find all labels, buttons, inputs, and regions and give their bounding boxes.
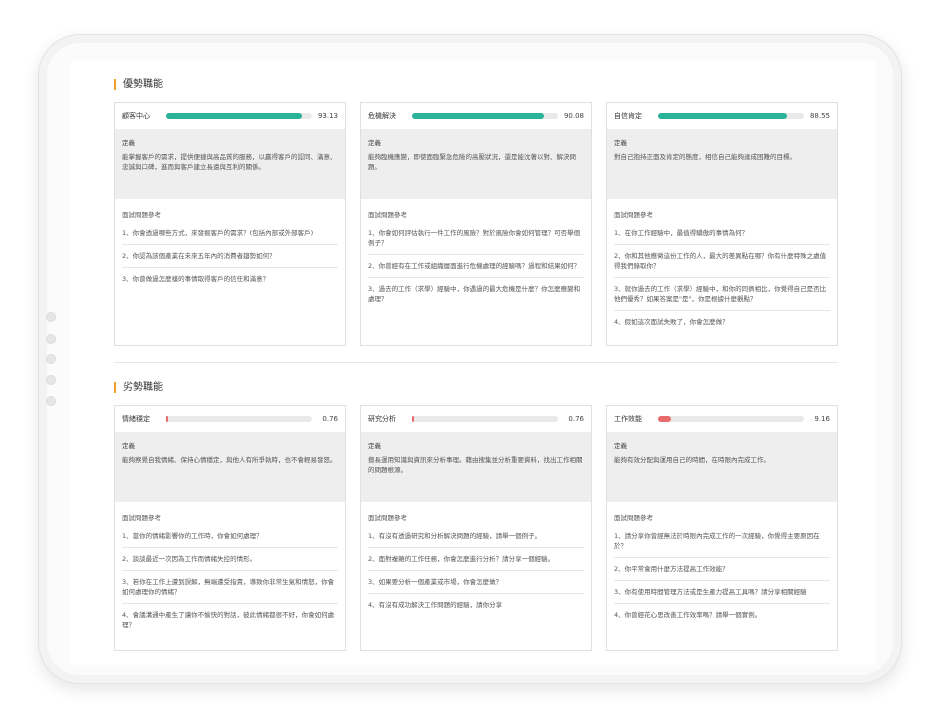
interview-questions: 面試問題參考 1、當你的情緒影響你的工作時，你會如何處理？ 2、談談最近一次因為工作…: [115, 502, 345, 636]
card-header: 研究分析 0.76: [361, 406, 591, 432]
interview-question: 3、就你過去的工作（求學）經驗中，和你的同儕相比，你覺得自己是否比他們優秀？如果…: [614, 284, 830, 311]
interview-question: 3、若你在工作上遭到誤解，無端遭受指責，導致你非常生氣和情怒，你會如何處理你的情…: [122, 577, 338, 604]
definition-text: 能掌握客戶的需求，提供便捷與高品質的服務，以贏得客戶的認同、滿意、忠誠與口碑，進…: [122, 153, 337, 171]
competency-name: 研究分析: [368, 415, 396, 423]
card-header: 工作效能 9.16: [607, 406, 837, 432]
definition-box: 定義能夠有效分配與運用自己的時間，在時限內完成工作。: [607, 432, 837, 502]
questions-title: 面試問題參考: [122, 514, 161, 522]
side-button: [46, 354, 56, 364]
competency-score: 88.55: [809, 112, 830, 120]
interview-question: 2、你平常會用什麼方法提高工作效能？: [614, 564, 830, 581]
score-bar-fill: [412, 113, 544, 119]
definition-text: 擅長運用知識與資訊來分析事理。藉由搜集並分析重要資料，找出工作相關的問題根源。: [368, 456, 583, 474]
side-button: [46, 396, 56, 406]
competency-name: 自信肯定: [614, 112, 642, 120]
competency-name: 情緒穩定: [122, 415, 150, 423]
side-button: [46, 334, 56, 344]
interview-question: 2、你曾經有在工作或組織層面進行危機處理的經驗嗎？過程和結果如何？: [368, 261, 584, 278]
side-button: [46, 312, 56, 322]
score-bar: [412, 113, 558, 119]
score-bar: [412, 416, 558, 422]
interview-question: 4、有沒有成功解決工作問題的經驗，請你分享: [368, 601, 503, 609]
section-divider: [114, 362, 838, 363]
score-bar: [658, 416, 804, 422]
definition-box: 定義擅長運用知識與資訊來分析事理。藉由搜集並分析重要資料，找出工作相關的問題根源…: [361, 432, 591, 502]
competency-card: 顧客中心 93.13 定義能掌握客戶的需求，提供便捷與高品質的服務，以贏得客戶的認同…: [114, 102, 346, 346]
competency-score: 90.08: [563, 112, 584, 120]
score-bar-fill: [166, 113, 302, 119]
interview-question: 3、如果要分析一個產業或市場，你會怎麼做？: [368, 577, 584, 594]
questions-title: 面試問題參考: [614, 211, 653, 219]
interview-question: 1、有沒有透過研究和分析解決問題的經驗，請舉一個例子。: [368, 531, 584, 548]
interview-questions: 面試問題參考 1、你會如何評估執行一件工作的風險？對於風險你會如何管理？可否舉個例…: [361, 199, 591, 310]
competency-card: 研究分析 0.76 定義擅長運用知識與資訊來分析事理。藉由搜集並分析重要資料，找出工…: [360, 405, 592, 651]
interview-question: 2、面對複雜的工作任務，你會怎麼進行分析？請分享一個經驗。: [368, 554, 584, 571]
definition-text: 對自己抱持正面及肯定的態度，相信自己能夠達成困難的目標。: [614, 153, 796, 161]
interview-question: 4、假如這次面試失敗了，你會怎麼做？: [614, 318, 729, 326]
definition-title: 定義: [614, 442, 627, 450]
interview-question: 2、你和其他應徵這份工作的人，最大的差異點在哪？你有什麼特殊之處值得我們錄取你？: [614, 251, 830, 278]
score-bar-fill: [412, 416, 414, 422]
competency-score: 9.16: [814, 415, 830, 423]
definition-title: 定義: [368, 139, 381, 147]
interview-questions: 面試問題參考 1、在你工作經驗中，最值得驕傲的事情為何？ 2、你和其他應徵這份工作的…: [607, 199, 837, 333]
definition-title: 定義: [122, 442, 135, 450]
questions-title: 面試問題參考: [368, 211, 407, 219]
competency-name: 危機解決: [368, 112, 396, 120]
interview-question: 2、你認為該個產業在未來五年內的消費者趨勢如何？: [122, 251, 338, 268]
interview-question: 1、在你工作經驗中，最值得驕傲的事情為何？: [614, 228, 830, 245]
competency-name: 顧客中心: [122, 112, 150, 120]
definition-box: 定義能掌握客戶的需求，提供便捷與高品質的服務，以贏得客戶的認同、滿意、忠誠與口碑…: [115, 129, 345, 199]
definition-box: 定義能夠察覺自我情緒、保持心情穩定，與他人有所爭執時，也不會輕易發怒。: [115, 432, 345, 502]
score-bar: [166, 113, 312, 119]
competency-score: 93.13: [317, 112, 338, 120]
score-bar-fill: [166, 416, 168, 422]
definition-text: 能夠察覺自我情緒、保持心情穩定，與他人有所爭執時，也不會輕易發怒。: [122, 456, 337, 464]
card-header: 顧客中心 93.13: [115, 103, 345, 129]
score-bar-fill: [658, 113, 788, 119]
interview-question: 3、你有使用時間管理方法或是生產力提高工具嗎？請分享相關經驗: [614, 587, 830, 604]
definition-title: 定義: [368, 442, 381, 450]
side-button: [46, 375, 56, 385]
definition-box: 定義能夠臨機應變，即使面臨緊急危險的高壓狀況，還是能沈著以對、解決問題。: [361, 129, 591, 199]
interview-question: 1、你會透過哪些方式，來發掘客戶的需求？(包括內部或外部客戶): [122, 228, 338, 245]
interview-question: 4、你曾經花心思改善工作效率嗎？請舉一個實例。: [614, 611, 762, 619]
interview-question: 3、過去的工作（求學）經驗中，你遇過的最大危機是什麼？你怎麼應變和處理？: [368, 285, 581, 303]
score-bar-fill: [658, 416, 672, 422]
score-bar: [658, 113, 804, 119]
competency-card: 情緒穩定 0.76 定義能夠察覺自我情緒、保持心情穩定，與他人有所爭執時，也不會輕易…: [114, 405, 346, 651]
interview-question: 1、當你的情緒影響你的工作時，你會如何處理？: [122, 531, 338, 548]
interview-question: 4、會議溝通中產生了讓你不愉快的對話，彼此情緒都很不好，你會如何處理？: [122, 611, 335, 629]
card-header: 自信肯定 88.55: [607, 103, 837, 129]
definition-box: 定義對自己抱持正面及肯定的態度，相信自己能夠達成困難的目標。: [607, 129, 837, 199]
definition-title: 定義: [122, 139, 135, 147]
interview-questions: 面試問題參考 1、你會透過哪些方式，來發掘客戶的需求？(包括內部或外部客戶) 2、你…: [115, 199, 345, 290]
strengths-title: 優勢職能: [114, 79, 163, 90]
questions-title: 面試問題參考: [368, 514, 407, 522]
questions-title: 面試問題參考: [122, 211, 161, 219]
card-header: 危機解決 90.08: [361, 103, 591, 129]
competency-score: 0.76: [568, 415, 584, 423]
interview-questions: 面試問題參考 1、有沒有透過研究和分析解決問題的經驗，請舉一個例子。 2、面對複雜的…: [361, 502, 591, 616]
report-screen: 優勢職能 顧客中心 93.13 定義 能掌握客戶的需求，提供便捷與高品質的服務，以贏得…: [70, 60, 876, 665]
competency-card: 自信肯定 88.55 定義 對自己抱持正面及肯定的態度，相信自己能夠達成困難的目標。面…: [606, 102, 838, 346]
score-bar: [166, 416, 312, 422]
definition-title: 定義: [614, 139, 627, 147]
card-header: 情緒穩定 0.76: [115, 406, 345, 432]
questions-title: 面試問題參考: [614, 514, 653, 522]
definition-text: 能夠有效分配與運用自己的時間，在時限內完成工作。: [614, 456, 770, 464]
weaknesses-title: 劣勢職能: [114, 382, 163, 393]
interview-question: 1、請分享你曾經無法於時限內完成工作的一次經驗，你覺得主要原因在於？: [614, 531, 830, 558]
competency-card: 危機解決 90.08 定義能夠臨機應變，即使面臨緊急危險的高壓狀況，還是能沈著以對、…: [360, 102, 592, 346]
interview-question: 3、你曾做過怎麼樣的事情取得客戶的信任和滿意？: [122, 275, 270, 283]
interview-questions: 面試問題參考 1、請分享你曾經無法於時限內完成工作的一次經驗，你覺得主要原因在於？…: [607, 502, 837, 626]
competency-name: 工作效能: [614, 415, 642, 423]
interview-question: 1、你會如何評估執行一件工作的風險？對於風險你會如何管理？可否舉個例子？: [368, 228, 584, 255]
competency-card: 工作效能 9.16 定義 能夠有效分配與運用自己的時間，在時限內完成工作。 面試問題參考…: [606, 405, 838, 651]
interview-question: 2、談談最近一次因為工作而情緒失控的情形。: [122, 554, 338, 571]
definition-text: 能夠臨機應變，即使面臨緊急危險的高壓狀況，還是能沈著以對、解決問題。: [368, 153, 576, 171]
competency-score: 0.76: [322, 415, 338, 423]
